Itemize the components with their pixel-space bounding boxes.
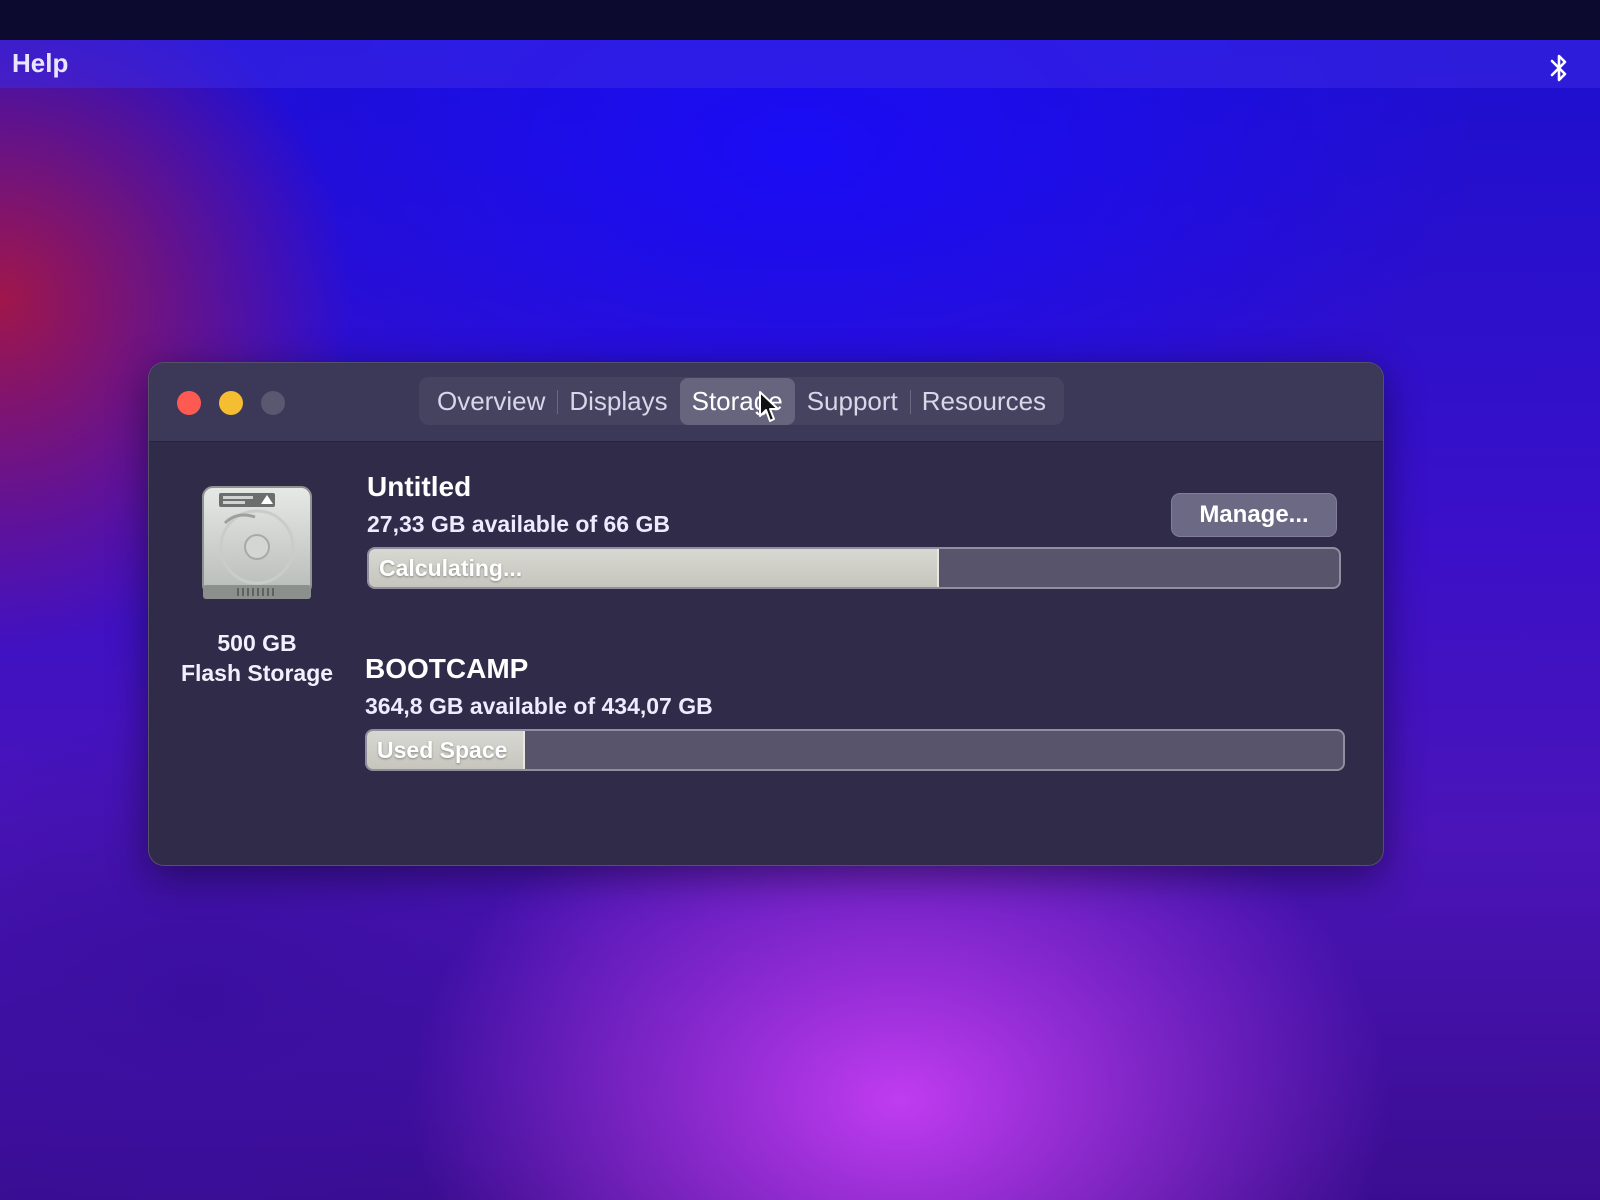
menu-help[interactable]: Help	[12, 48, 68, 79]
volume-info-untitled: 27,33 GB available of 66 GB	[367, 511, 670, 537]
tab-resources[interactable]: Resources	[909, 378, 1058, 425]
disk-capacity: 500 GB	[217, 630, 297, 656]
volume-name-bootcamp: BOOTCAMP	[365, 653, 529, 684]
storage-bar-label: Used Space	[377, 737, 508, 763]
storage-bar-untitled: Calculating...	[367, 547, 1341, 589]
tab-support[interactable]: Support	[795, 378, 910, 425]
close-button[interactable]	[177, 391, 201, 415]
bluetooth-icon[interactable]	[1548, 52, 1570, 84]
tab-bar: Overview Displays Storage Support Resour…	[419, 377, 1065, 425]
disk-type: Flash Storage	[180, 660, 334, 686]
top-bezel	[0, 0, 1600, 40]
mouse-pointer-icon	[759, 391, 779, 422]
storage-bar-bootcamp: Used Space	[365, 729, 1345, 771]
volume-info-bootcamp: 364,8 GB available of 434,07 GB	[365, 693, 713, 719]
minimize-button[interactable]	[219, 391, 243, 415]
zoom-button	[261, 391, 285, 415]
volume-name-untitled: Untitled	[367, 471, 472, 502]
manage-button[interactable]: Manage...	[1171, 493, 1337, 537]
tab-displays[interactable]: Displays	[557, 378, 679, 425]
about-this-mac-window: Overview Displays Storage Support Resour…	[148, 362, 1384, 866]
storage-bar-label: Calculating...	[379, 555, 523, 581]
tab-overview[interactable]: Overview	[425, 378, 557, 425]
disk-capacity-label: 500 GB Flash Storage	[169, 628, 345, 688]
hard-drive-icon	[202, 486, 312, 599]
menu-bar	[0, 40, 1600, 88]
